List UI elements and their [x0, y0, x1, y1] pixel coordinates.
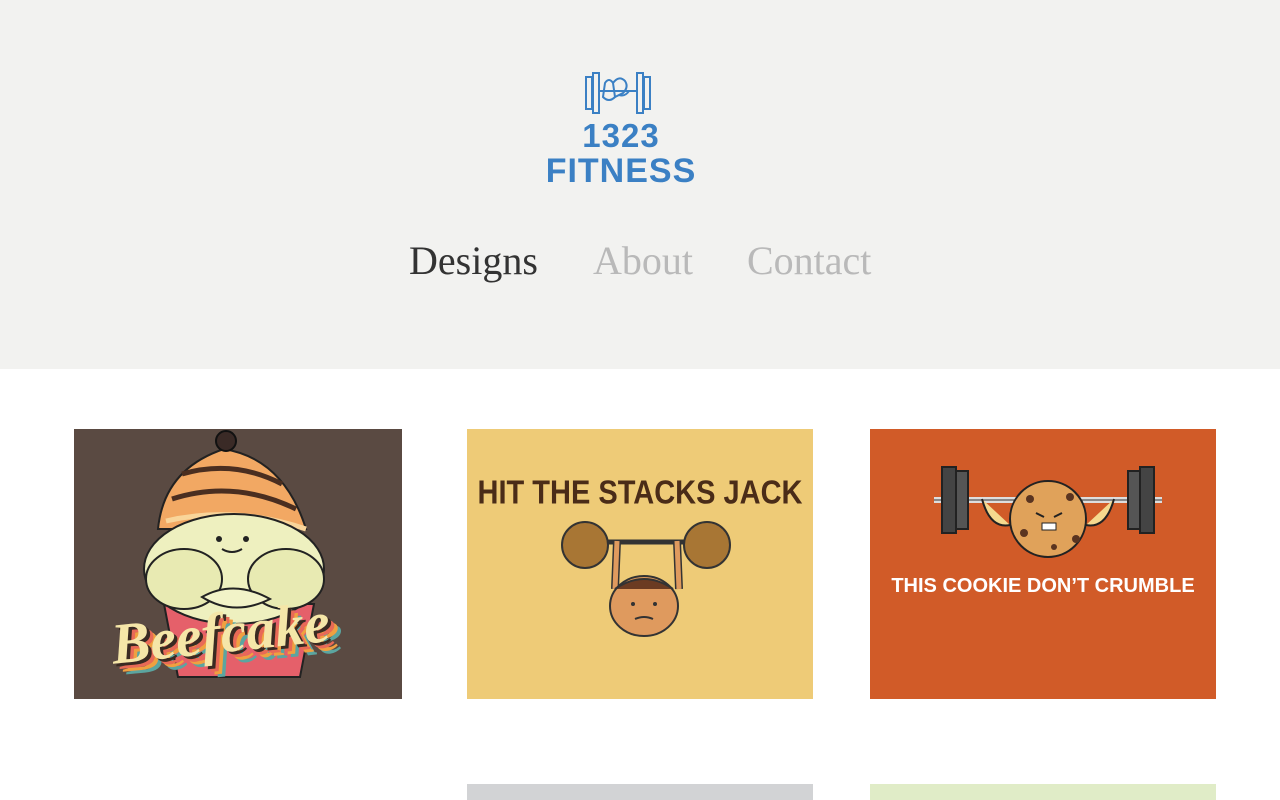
- cookie-lifting-barbell-icon: [934, 466, 1162, 558]
- dumbbell-hand-icon: [585, 72, 651, 114]
- design-card[interactable]: [467, 784, 813, 800]
- design-card-this-cookie-dont-crumble[interactable]: THIS COOKIE DON’T CRUMBLE: [870, 429, 1216, 699]
- design-card[interactable]: [870, 784, 1216, 800]
- logo-number: 1323: [582, 117, 660, 154]
- pancake-lifting-barbell-icon: [561, 521, 731, 637]
- nav-contact[interactable]: Contact: [747, 236, 871, 286]
- site-header: 1323 FITNESS Designs About Contact: [0, 0, 1280, 369]
- nav-about[interactable]: About: [593, 236, 693, 286]
- site-logo[interactable]: 1323 FITNESS: [540, 66, 702, 190]
- nav-designs[interactable]: Designs: [409, 236, 538, 286]
- main-nav: Designs About Contact: [0, 236, 1280, 286]
- logo-wordmark: FITNESS: [545, 152, 697, 190]
- design-caption: THIS COOKIE DON’T CRUMBLE: [891, 575, 1195, 597]
- design-card-hit-the-stacks-jack[interactable]: HIT THE STACKS JACK: [467, 429, 813, 699]
- design-card-beefcake[interactable]: Beefcake: [74, 429, 402, 699]
